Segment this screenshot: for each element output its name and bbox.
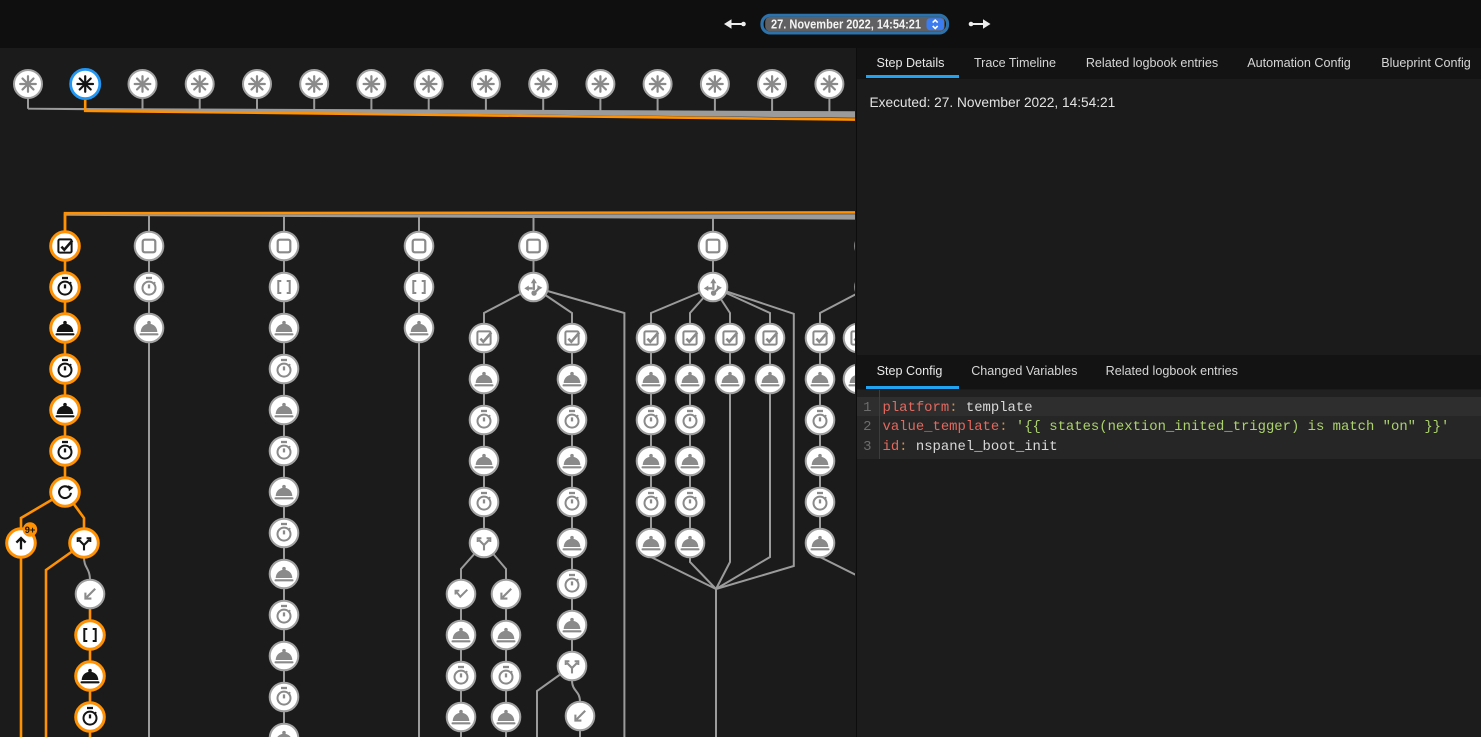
svg-text:9+: 9+ <box>25 525 36 535</box>
